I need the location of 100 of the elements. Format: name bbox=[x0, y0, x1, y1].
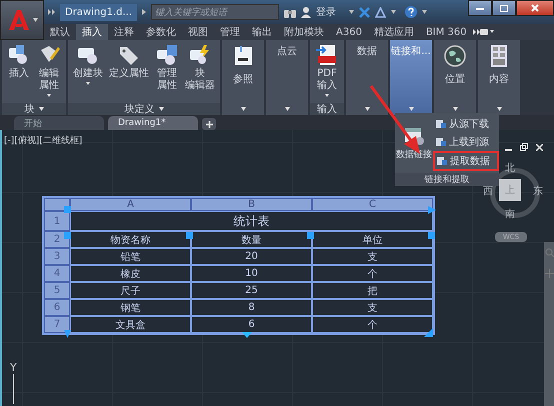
collapsed-panel-button[interactable]: 位置 bbox=[434, 40, 476, 115]
new-tab-button[interactable] bbox=[202, 118, 216, 130]
ribbon-tab[interactable]: 视图 bbox=[182, 24, 214, 40]
grip-arrow-icon[interactable] bbox=[242, 332, 252, 338]
maximize-icon bbox=[500, 4, 508, 12]
collapsed-panel-button[interactable]: 内容 bbox=[478, 40, 520, 115]
document-tab[interactable]: Drawing1* bbox=[108, 116, 198, 130]
axis-label: Y bbox=[10, 362, 17, 374]
caret-icon bbox=[32, 18, 38, 22]
table-icon bbox=[437, 156, 447, 166]
sign-in-link[interactable]: 登录 bbox=[316, 5, 336, 19]
pdf-file-icon bbox=[315, 44, 339, 66]
caret-icon bbox=[496, 107, 502, 111]
menu-item[interactable]: 从源下载 bbox=[433, 115, 499, 133]
column-header[interactable]: B bbox=[191, 198, 312, 211]
ribbon-button[interactable]: 管理 属性 bbox=[153, 42, 181, 101]
panel-title[interactable]: 块 bbox=[2, 103, 66, 115]
table-corner-cell bbox=[44, 198, 70, 211]
caret-icon[interactable] bbox=[391, 10, 396, 14]
double-chevron-icon[interactable] bbox=[472, 29, 480, 35]
grip-arrow-icon[interactable] bbox=[64, 330, 71, 338]
table-cell: 尺子 bbox=[70, 282, 191, 299]
caret-icon bbox=[364, 107, 370, 111]
help-icon[interactable] bbox=[405, 6, 418, 18]
ribbon-button[interactable]: 插入 bbox=[5, 42, 33, 101]
grip-handle[interactable] bbox=[186, 232, 193, 239]
ribbon-tab[interactable]: 管理 bbox=[214, 24, 246, 40]
collapsed-panel-button[interactable]: 链接和... bbox=[390, 40, 432, 115]
table-cell: 25 bbox=[191, 282, 312, 299]
app-logo-button[interactable] bbox=[0, 0, 44, 40]
table-icon bbox=[436, 119, 446, 129]
tag-icon bbox=[117, 44, 141, 66]
restore-icon[interactable] bbox=[520, 143, 528, 151]
ribbon-button[interactable]: 块 编辑器 bbox=[183, 42, 217, 101]
column-header[interactable]: C bbox=[312, 198, 433, 211]
table-cell: 个 bbox=[312, 265, 433, 282]
grip-arrow-icon[interactable] bbox=[424, 328, 433, 337]
ribbon-button[interactable]: PDF 输入 bbox=[313, 42, 341, 101]
search-field[interactable]: 键入关键字或短语 bbox=[151, 4, 280, 20]
ribbon-tab[interactable]: 输出 bbox=[246, 24, 278, 40]
lightning-shapes-icon bbox=[188, 44, 212, 66]
caret-icon[interactable] bbox=[349, 10, 354, 14]
collapsed-panel-button[interactable]: 数据 bbox=[346, 40, 388, 115]
ribbon-tab[interactable]: 注释 bbox=[108, 24, 140, 40]
ribbon-button[interactable]: 创建块 bbox=[71, 42, 105, 101]
grip-arrow-icon[interactable] bbox=[428, 206, 436, 214]
compass-label[interactable]: 西 bbox=[483, 187, 493, 197]
ribbon-tab[interactable]: 附加模块 bbox=[278, 24, 330, 40]
table-cell: 文具盒 bbox=[70, 316, 191, 333]
viewport-label[interactable]: [-][俯视][二维线框] bbox=[4, 134, 82, 147]
ribbon-tab[interactable]: 默认 bbox=[44, 24, 76, 40]
menu-item[interactable]: 上载到源 bbox=[433, 133, 499, 151]
panel-title[interactable]: 输入 bbox=[310, 103, 344, 115]
grip-handle[interactable] bbox=[64, 206, 71, 213]
maximize-button[interactable] bbox=[492, 0, 516, 16]
caret-icon bbox=[452, 107, 458, 111]
ribbon-tab[interactable]: 插入 bbox=[76, 24, 108, 40]
table-cell: 钢笔 bbox=[70, 299, 191, 316]
table-cell: 个 bbox=[312, 316, 433, 333]
close-icon[interactable] bbox=[536, 144, 543, 150]
window-title: Drawing1.d... bbox=[60, 4, 138, 20]
ribbon-tab[interactable]: BIM 360 bbox=[420, 24, 473, 40]
grip-handle[interactable] bbox=[307, 232, 314, 239]
table-cell: 10 bbox=[191, 265, 312, 282]
document-tab[interactable]: 开始 bbox=[14, 116, 104, 130]
axis-line bbox=[12, 374, 14, 404]
x-shape-icon[interactable] bbox=[359, 6, 370, 18]
compass-label[interactable]: 南 bbox=[505, 210, 515, 220]
grip-handle[interactable] bbox=[428, 232, 435, 239]
collapsed-panel-button[interactable]: 参照 bbox=[222, 40, 264, 115]
panel-toggle-icon[interactable] bbox=[480, 29, 494, 35]
table-title: 统计表 bbox=[70, 211, 433, 231]
ribbon-button[interactable]: 定义属性 bbox=[107, 42, 151, 101]
table-cell: 支 bbox=[312, 299, 433, 316]
table-cell: 20 bbox=[191, 248, 312, 265]
column-header[interactable]: A bbox=[70, 198, 191, 211]
close-button[interactable] bbox=[516, 0, 554, 16]
panel-title[interactable]: 块定义 bbox=[68, 103, 220, 115]
table-cell: 橡皮 bbox=[70, 265, 191, 282]
menu-item[interactable]: 提取数据 bbox=[433, 151, 499, 171]
minimize-button[interactable] bbox=[468, 0, 492, 16]
user-icon[interactable] bbox=[301, 6, 312, 18]
ribbon-button[interactable]: 编辑 属性 bbox=[35, 42, 63, 101]
ribbon-tab[interactable]: A360 bbox=[330, 24, 368, 40]
globe-icon bbox=[443, 44, 467, 68]
chevron-right-icon[interactable] bbox=[142, 9, 146, 15]
collapsed-panel-button[interactable]: 点云 bbox=[266, 40, 308, 115]
table-cell: 数量 bbox=[191, 231, 312, 248]
caret-icon[interactable] bbox=[422, 10, 428, 14]
compass-label[interactable]: 东 bbox=[533, 187, 543, 197]
compass-label[interactable]: 北 bbox=[505, 164, 515, 174]
grip-handle[interactable] bbox=[64, 232, 71, 239]
minimize-icon bbox=[476, 6, 484, 10]
triangle-icon[interactable] bbox=[375, 6, 386, 18]
ribbon-tab[interactable]: 参数化 bbox=[140, 24, 182, 40]
double-chevron-icon[interactable] bbox=[48, 9, 55, 15]
ribbon-tab[interactable]: 精选应用 bbox=[368, 24, 420, 40]
table-cell: 支 bbox=[312, 248, 433, 265]
table-cell: 物资名称 bbox=[70, 231, 191, 248]
table-cell: 6 bbox=[191, 316, 312, 333]
